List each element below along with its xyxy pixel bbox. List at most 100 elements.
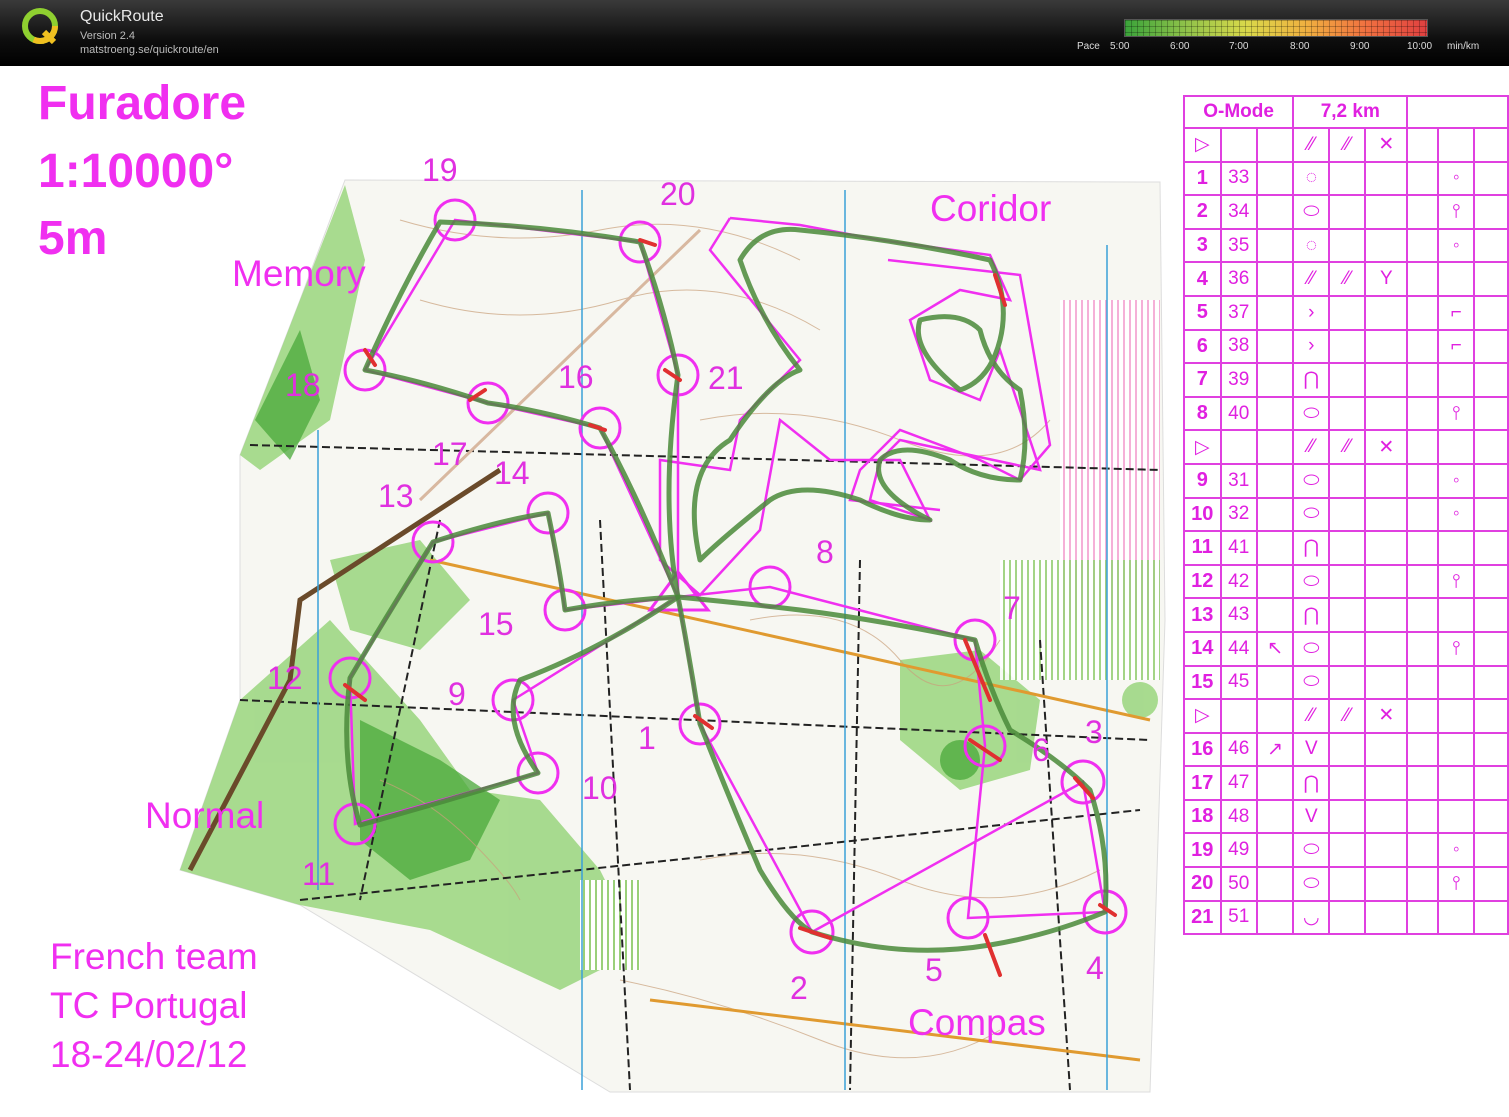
empty-cell xyxy=(1406,127,1440,163)
bell-icon: ⋂ xyxy=(1292,765,1331,801)
empty-cell xyxy=(1255,832,1295,869)
control-code: 38 xyxy=(1219,328,1258,365)
empty-cell xyxy=(1406,765,1440,801)
event-name: O-Mode xyxy=(1182,95,1295,129)
Y-junction-icon: Y xyxy=(1364,261,1409,297)
empty-cell xyxy=(1406,563,1440,600)
empty-cell xyxy=(1364,765,1409,801)
empty-cell xyxy=(1406,362,1440,398)
empty-cell xyxy=(1328,664,1367,701)
corner-dot-icon: ⌐ xyxy=(1437,294,1476,331)
control-seq: 20 xyxy=(1183,866,1222,902)
empty-cell xyxy=(1473,194,1509,230)
path-icon: ⁄⁄ xyxy=(1328,127,1367,163)
empty-cell xyxy=(1437,261,1476,297)
empty-cell xyxy=(1255,899,1295,936)
control-number: 2 xyxy=(790,970,808,1006)
path-icon: ⁄⁄ xyxy=(1292,429,1331,465)
striped-area xyxy=(580,880,640,970)
empty-cell xyxy=(1364,731,1409,768)
empty-cell xyxy=(1255,395,1295,432)
control-number: 7 xyxy=(1003,590,1021,626)
pace-tick: 8:00 xyxy=(1290,41,1310,52)
empty-cell xyxy=(1473,227,1509,264)
control-row: 20 50 ⬭ ⫯ xyxy=(1183,866,1509,902)
control-seq: 19 xyxy=(1183,832,1222,869)
empty-cell xyxy=(1328,832,1367,869)
empty-cell xyxy=(1473,866,1509,902)
empty-cell xyxy=(1255,664,1295,701)
control-seq: 11 xyxy=(1183,530,1222,566)
empty-cell xyxy=(1406,832,1440,869)
empty-cell xyxy=(1255,798,1295,835)
empty-cell xyxy=(1473,496,1509,533)
section-label: Coridor xyxy=(930,188,1052,229)
oval-icon: ⬭ xyxy=(1292,563,1331,600)
empty-cell xyxy=(1406,698,1440,734)
control-row: 11 41 ⋂ xyxy=(1183,530,1509,566)
empty-cell xyxy=(1328,227,1367,264)
empty-cell xyxy=(1406,328,1440,365)
control-seq: 8 xyxy=(1183,395,1222,432)
map-title-line: Furadore xyxy=(38,77,247,130)
empty-cell xyxy=(1255,496,1295,533)
control-row: 19 49 ⬭ ◦ xyxy=(1183,832,1509,869)
start-row: ▷ ⁄⁄ ⁄⁄ ✕ xyxy=(1183,127,1509,163)
control-code: 37 xyxy=(1219,294,1258,331)
start-triangle-icon: ▷ xyxy=(1183,127,1222,163)
top-bar: QuickRoute Version 2.4 matstroeng.se/qui… xyxy=(0,0,1509,66)
post-dot-icon: ⫯ xyxy=(1437,866,1476,902)
control-row: 1 33 ◌ ◦ xyxy=(1183,160,1509,197)
control-row: 18 48 V xyxy=(1183,798,1509,835)
empty-cell xyxy=(1473,294,1509,331)
control-row: 3 35 ◌ ◦ xyxy=(1183,227,1509,264)
map-scale-line: 1:10000° xyxy=(38,145,234,198)
empty-cell xyxy=(1406,462,1440,499)
empty-cell xyxy=(1473,630,1509,667)
app-version: Version 2.4 xyxy=(80,30,136,42)
empty-cell xyxy=(1328,798,1367,835)
control-number: 6 xyxy=(1032,732,1050,768)
empty-cell xyxy=(1473,362,1509,398)
empty-cell xyxy=(1437,664,1476,701)
pace-tick: 10:00 xyxy=(1407,41,1433,52)
app-name: QuickRoute xyxy=(80,8,164,25)
control-code: 36 xyxy=(1219,261,1258,297)
empty-cell xyxy=(1219,127,1258,163)
empty-cell xyxy=(1437,530,1476,566)
empty-cell xyxy=(1364,395,1409,432)
crossing-icon: ✕ xyxy=(1364,429,1409,465)
ring-dotted-icon: ◌ xyxy=(1292,227,1331,264)
empty-cell xyxy=(1473,429,1509,465)
empty-cell xyxy=(1406,496,1440,533)
control-number: 18 xyxy=(285,367,321,403)
control-seq: 4 xyxy=(1183,261,1222,297)
control-row: 7 39 ⋂ xyxy=(1183,362,1509,398)
empty-cell xyxy=(1473,765,1509,801)
bell-icon: ⋂ xyxy=(1292,530,1331,566)
empty-cell xyxy=(1328,395,1367,432)
cup-icon: ◡ xyxy=(1292,899,1331,936)
empty-cell xyxy=(1473,798,1509,835)
empty-cell xyxy=(1473,395,1509,432)
control-number: 17 xyxy=(432,436,468,472)
knoll-dot-icon: ◦ xyxy=(1437,462,1476,499)
empty-cell xyxy=(1328,294,1367,331)
start-row: ▷ ⁄⁄ ⁄⁄ ✕ xyxy=(1183,698,1509,734)
empty-cell xyxy=(1255,127,1295,163)
empty-cell xyxy=(1364,227,1409,264)
empty-cell xyxy=(1364,328,1409,365)
empty-cell xyxy=(1473,664,1509,701)
empty-cell xyxy=(1473,530,1509,566)
control-seq: 17 xyxy=(1183,765,1222,801)
oval-icon: ⬭ xyxy=(1292,866,1331,902)
control-number: 9 xyxy=(448,676,466,712)
empty-cell xyxy=(1255,530,1295,566)
post-dot-icon: ⫯ xyxy=(1437,563,1476,600)
control-descriptions-table: O-Mode 7,2 km ▷ ⁄⁄ ⁄⁄ ✕ 1 33 ◌ ◦ 2 34 ⬭ ⫯ 3 35 ◌ ◦ 4 36 ⁄⁄ ⁄⁄… xyxy=(1182,95,1509,936)
empty-cell xyxy=(1364,160,1409,197)
empty-cell xyxy=(1406,429,1440,465)
bell-icon: ⋂ xyxy=(1292,362,1331,398)
oval-icon: ⬭ xyxy=(1292,194,1331,230)
control-seq: 5 xyxy=(1183,294,1222,331)
